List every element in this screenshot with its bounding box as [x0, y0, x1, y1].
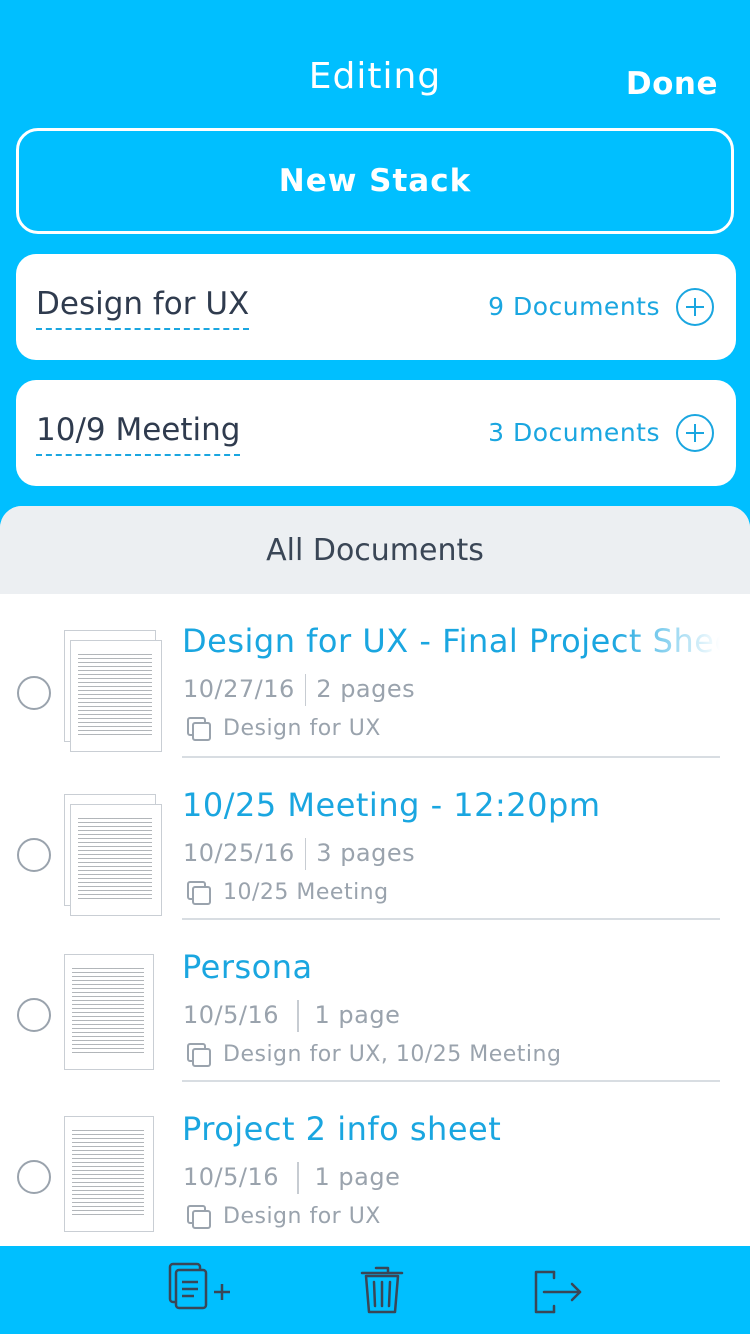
stack-card-10-9-meeting[interactable]: 10/9 Meeting 3 Documents	[16, 380, 736, 486]
document-title[interactable]: Project 2 info sheet	[182, 1110, 720, 1148]
document-meta: 10/27/16 2 pages	[183, 674, 415, 706]
document-stacks: Design for UX, 10/25 Meeting	[185, 1042, 561, 1068]
document-stack-names: Design for UX	[223, 716, 381, 741]
stack-icon	[185, 716, 215, 742]
document-title[interactable]: 10/25 Meeting - 12:20pm	[182, 786, 720, 824]
stack-card-design-for-ux[interactable]: Design for UX 9 Documents	[16, 254, 736, 360]
document-row[interactable]: Project 2 info sheet 10/5/16 1 page Desig…	[0, 1106, 750, 1268]
bottom-toolbar	[0, 1246, 750, 1334]
all-documents-header: All Documents	[0, 506, 750, 594]
select-radio[interactable]	[17, 838, 51, 872]
row-divider	[182, 1080, 720, 1082]
meta-divider	[297, 1000, 299, 1032]
stack-icon	[185, 1042, 215, 1068]
add-to-stack-icon[interactable]	[676, 414, 714, 452]
stack-document-count: 3 Documents	[488, 418, 660, 447]
documents-sheet: All Documents Design for UX - Final Proj…	[0, 506, 750, 1334]
select-radio[interactable]	[17, 998, 51, 1032]
stack-icon	[185, 1204, 215, 1230]
meta-divider	[297, 1162, 299, 1194]
document-row[interactable]: Persona 10/5/16 1 page Design for UX, 10/…	[0, 944, 750, 1106]
meta-divider	[304, 674, 307, 706]
document-stack-names: Design for UX	[223, 1204, 381, 1229]
meta-divider	[304, 838, 307, 870]
trash-icon[interactable]	[354, 1262, 418, 1318]
document-date: 10/5/16	[183, 1001, 280, 1029]
new-stack-button[interactable]: New Stack	[16, 128, 734, 234]
document-pages: 2 pages	[316, 675, 416, 703]
select-radio[interactable]	[17, 1160, 51, 1194]
navigation-bar: Editing Done	[0, 0, 750, 120]
stack-name-field[interactable]: 10/9 Meeting	[36, 412, 241, 456]
document-row[interactable]: Design for UX - Final Project Shee 10/27…	[0, 618, 750, 780]
document-row[interactable]: 10/25 Meeting - 12:20pm 10/25/16 3 pages …	[0, 782, 750, 944]
document-stacks: Design for UX	[185, 1204, 381, 1230]
add-to-stack-icon[interactable]	[676, 288, 714, 326]
export-icon[interactable]	[528, 1262, 592, 1318]
select-radio[interactable]	[17, 676, 51, 710]
row-divider	[182, 918, 720, 920]
document-title[interactable]: Persona	[182, 948, 720, 986]
document-title[interactable]: Design for UX - Final Project Shee	[182, 622, 720, 660]
document-pages: 1 page	[314, 1163, 401, 1191]
document-meta: 10/25/16 3 pages	[183, 838, 415, 870]
document-meta: 10/5/16 1 page	[183, 1000, 400, 1032]
document-pages: 3 pages	[316, 839, 416, 867]
document-stack-names: Design for UX, 10/25 Meeting	[223, 1042, 562, 1067]
stack-name-field[interactable]: Design for UX	[36, 286, 250, 330]
add-to-stack-icon[interactable]	[168, 1262, 232, 1318]
document-date: 10/27/16	[183, 675, 295, 703]
document-pages: 1 page	[314, 1001, 401, 1029]
document-stacks: 10/25 Meeting	[185, 880, 389, 906]
document-stack-names: 10/25 Meeting	[223, 880, 389, 905]
stack-icon	[185, 880, 215, 906]
document-date: 10/5/16	[183, 1163, 280, 1191]
row-divider	[182, 756, 720, 758]
document-date: 10/25/16	[183, 839, 295, 867]
document-meta: 10/5/16 1 page	[183, 1162, 400, 1194]
done-button[interactable]: Done	[626, 66, 718, 102]
stack-document-count: 9 Documents	[488, 292, 660, 321]
document-stacks: Design for UX	[185, 716, 381, 742]
